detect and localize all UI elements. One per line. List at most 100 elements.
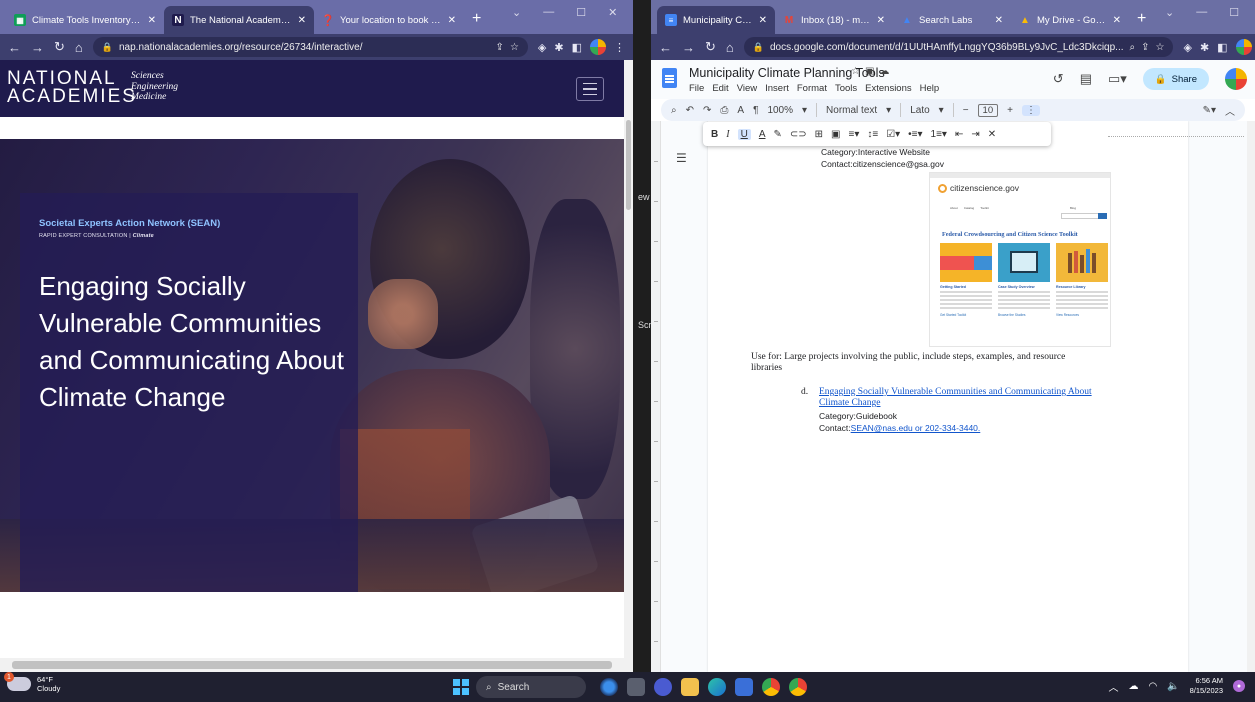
- hero-eyebrow[interactable]: Societal Experts Action Network (SEAN): [39, 218, 220, 229]
- close-icon[interactable]: ✕: [877, 15, 885, 26]
- star-icon[interactable]: ☆: [851, 66, 865, 77]
- spellcheck-icon[interactable]: A: [737, 105, 744, 116]
- line-spacing-icon[interactable]: ↕≡: [867, 129, 878, 140]
- account-avatar[interactable]: [1225, 68, 1247, 90]
- align-icon[interactable]: ≡▾: [848, 129, 859, 140]
- chat-icon[interactable]: [654, 678, 672, 696]
- windows-start-icon[interactable]: [453, 679, 469, 695]
- address-bar[interactable]: 🔒 nap.nationalacademies.org/resource/267…: [92, 37, 528, 57]
- meet-icon[interactable]: ▭▾: [1108, 71, 1127, 87]
- document-page[interactable]: Category:Interactive Website Contact:cit…: [708, 121, 1244, 672]
- close-icon[interactable]: ✕: [448, 15, 456, 26]
- minimize-icon[interactable]: —: [543, 6, 554, 19]
- link-icon[interactable]: ⊂⊃: [790, 129, 807, 140]
- bookmark-star-icon[interactable]: ☆: [510, 42, 519, 53]
- file-explorer-icon[interactable]: [681, 678, 699, 696]
- comment-icon[interactable]: ⊞: [815, 129, 823, 140]
- horizontal-scrollbar[interactable]: [0, 658, 624, 672]
- chevron-up-icon[interactable]: ︿: [1108, 679, 1118, 694]
- home-icon[interactable]: ⌂: [75, 40, 83, 55]
- cloud-status-icon[interactable]: ☁: [879, 66, 894, 77]
- decrease-font-icon[interactable]: −: [963, 105, 969, 116]
- tab-search-icon[interactable]: ⌄: [512, 6, 521, 19]
- share-button[interactable]: 🔒 Share: [1142, 68, 1209, 90]
- text-color-icon[interactable]: A: [759, 129, 766, 140]
- indent-decrease-icon[interactable]: ⇤: [955, 129, 963, 140]
- taskbar-search[interactable]: ⌕ Search: [476, 676, 586, 698]
- chrome-icon[interactable]: [762, 678, 780, 696]
- bookmark-star-icon[interactable]: ☆: [1156, 42, 1165, 53]
- volume-icon[interactable]: 🔈: [1167, 681, 1179, 692]
- close-window-icon[interactable]: ✕: [608, 6, 617, 19]
- checklist-icon[interactable]: ☑▾: [886, 129, 900, 140]
- extension-icon[interactable]: ◈: [538, 41, 546, 54]
- task-view-icon[interactable]: [627, 678, 645, 696]
- kebab-menu-icon[interactable]: ⋮: [614, 41, 625, 54]
- menu-extensions[interactable]: Extensions: [865, 83, 911, 94]
- close-icon[interactable]: ✕: [298, 15, 306, 26]
- increase-font-icon[interactable]: +: [1007, 105, 1013, 116]
- back-arrow-icon[interactable]: ←: [659, 40, 672, 55]
- bold-icon[interactable]: B: [711, 129, 718, 140]
- share-icon[interactable]: ⇪: [1141, 42, 1149, 53]
- guidebook-link[interactable]: Engaging Socially Vulnerable Communities…: [819, 387, 1119, 409]
- new-tab-button[interactable]: +: [1129, 10, 1154, 34]
- font-select[interactable]: Lato: [910, 105, 929, 116]
- clock[interactable]: 6:56 AM 8/15/2023: [1190, 676, 1223, 696]
- address-bar[interactable]: 🔒 docs.google.com/document/d/1UUtHAmffyL…: [743, 37, 1174, 57]
- forward-arrow-icon[interactable]: →: [31, 40, 44, 55]
- docs-logo-icon[interactable]: [662, 68, 677, 88]
- weather-widget[interactable]: 1 64°F Cloudy: [4, 672, 60, 693]
- embedded-screenshot[interactable]: citizenscience.gov About Catalog Toolkit…: [929, 172, 1111, 347]
- maximize-icon[interactable]: ☐: [576, 6, 586, 19]
- side-panel-icon[interactable]: ◧: [572, 41, 582, 54]
- numbered-list-icon[interactable]: 1≡▾: [931, 129, 947, 140]
- print-icon[interactable]: ⎙: [720, 105, 728, 116]
- paint-format-icon[interactable]: ¶: [753, 105, 758, 116]
- tab-search-labs[interactable]: ▲ Search Labs ✕: [893, 6, 1011, 34]
- menu-view[interactable]: View: [737, 83, 757, 94]
- wifi-icon[interactable]: ◠: [1148, 681, 1157, 692]
- vertical-scrollbar[interactable]: [624, 60, 633, 672]
- editing-mode-icon[interactable]: ✎▾: [1203, 105, 1216, 116]
- move-folder-icon[interactable]: ▣: [865, 66, 879, 77]
- bullet-list-icon[interactable]: •≡▾: [908, 129, 922, 140]
- extension-icon[interactable]: ◈: [1183, 41, 1191, 54]
- edge-icon[interactable]: [708, 678, 726, 696]
- close-icon[interactable]: ✕: [995, 15, 1003, 26]
- home-icon[interactable]: ⌂: [726, 40, 734, 55]
- menu-format[interactable]: Format: [797, 83, 827, 94]
- tab-climate-tools-inventory[interactable]: ▦ Climate Tools Inventory - Goog ✕: [6, 6, 164, 34]
- tab-inbox[interactable]: M Inbox (18) - manasi ✕: [775, 6, 893, 34]
- more-options-icon[interactable]: ⋮: [1021, 104, 1040, 116]
- italic-icon[interactable]: I: [726, 129, 729, 140]
- tab-my-drive[interactable]: ▲ My Drive - Google ✕: [1011, 6, 1129, 34]
- store-icon[interactable]: [735, 678, 753, 696]
- new-tab-button[interactable]: +: [464, 10, 489, 34]
- minimize-icon[interactable]: —: [1196, 6, 1207, 19]
- menu-edit[interactable]: Edit: [712, 83, 728, 94]
- tab-municipality-climate[interactable]: ≡ Municipality Climat ✕: [657, 6, 775, 34]
- reload-icon[interactable]: ↻: [705, 39, 716, 55]
- extensions-puzzle-icon[interactable]: ✱: [554, 41, 563, 54]
- redo-icon[interactable]: ↷: [703, 105, 711, 116]
- tab-book-deposit[interactable]: ❓ Your location to book deposit ✕: [314, 6, 464, 34]
- copilot-icon[interactable]: [600, 678, 618, 696]
- forward-arrow-icon[interactable]: →: [682, 40, 695, 55]
- national-academies-logo[interactable]: NATIONAL ACADEMIES: [7, 69, 137, 106]
- comments-icon[interactable]: ▤: [1080, 71, 1092, 87]
- hamburger-menu-icon[interactable]: [576, 77, 604, 101]
- menu-help[interactable]: Help: [920, 83, 940, 94]
- back-arrow-icon[interactable]: ←: [8, 40, 21, 55]
- highlight-icon[interactable]: ✎: [773, 129, 781, 140]
- profile-avatar[interactable]: [590, 39, 606, 55]
- style-select[interactable]: Normal text: [826, 105, 877, 116]
- collapse-icon[interactable]: ︿: [1225, 103, 1235, 118]
- undo-icon[interactable]: ↶: [686, 105, 694, 116]
- chrome-icon[interactable]: [789, 678, 807, 696]
- underline-icon[interactable]: U: [737, 128, 751, 140]
- share-icon[interactable]: ⇪: [496, 42, 504, 53]
- font-size-input[interactable]: 10: [977, 103, 999, 117]
- close-icon[interactable]: ✕: [1113, 15, 1121, 26]
- search-menus-icon[interactable]: ⌕: [671, 105, 677, 116]
